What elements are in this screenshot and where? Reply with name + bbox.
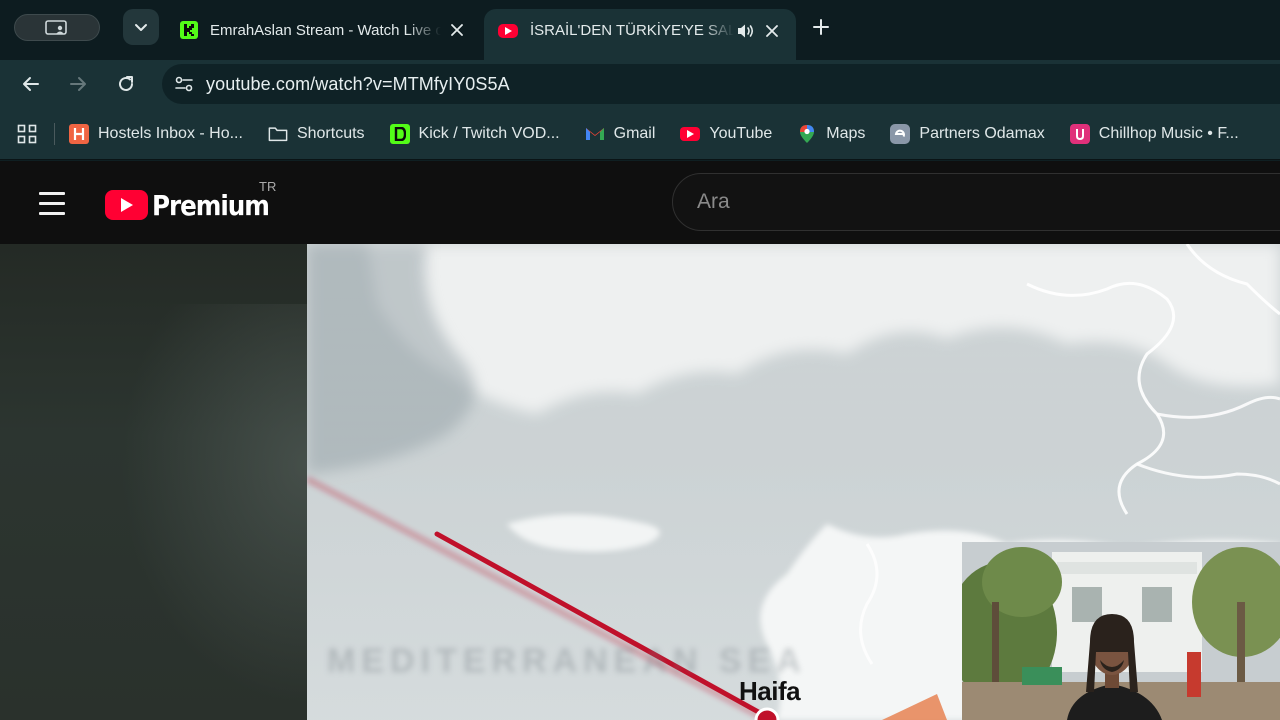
bookmark-label: Kick / Twitch VOD... [418, 124, 560, 142]
close-tab-icon[interactable] [762, 21, 782, 41]
profile-button[interactable] [14, 14, 100, 41]
hostelworld-icon [69, 123, 89, 144]
plus-icon [813, 19, 829, 35]
odamax-icon [890, 123, 911, 144]
bookmark-shortcuts[interactable]: Shortcuts [268, 124, 365, 144]
video-ambient-blur [0, 244, 307, 720]
speaker-icon[interactable] [736, 21, 756, 41]
tab-title: İSRAİL'DEN TÜRKİYE'YE SALDIRI [530, 22, 734, 39]
bookmark-gmail[interactable]: Gmail [585, 124, 656, 144]
search-input[interactable] [672, 173, 1280, 231]
presenter-webcam-inset [962, 542, 1280, 720]
arrow-left-icon [23, 77, 39, 91]
bookmark-label: YouTube [709, 124, 773, 142]
youtube-masthead: Premium TR [0, 161, 1280, 244]
kick-icon [180, 21, 198, 39]
presenter-photo [962, 542, 1280, 720]
bookmark-label: Maps [826, 124, 866, 142]
browser-toolbar: youtube.com/watch?v=MTMfyIY0S5A [0, 60, 1280, 108]
bookmark-label: Shortcuts [296, 124, 365, 142]
logo-text: Premium [152, 188, 270, 222]
url-text[interactable]: youtube.com/watch?v=MTMfyIY0S5A [206, 74, 510, 95]
tab-search-button[interactable] [123, 9, 159, 45]
profile-window-icon [45, 19, 67, 35]
youtube-icon [498, 23, 518, 38]
bookmark-label: Chillhop Music • F... [1098, 124, 1239, 142]
bookmark-divider [54, 122, 55, 145]
tab-youtube-video[interactable]: İSRAİL'DEN TÜRKİYE'YE SALDIRI [484, 9, 796, 61]
bookmark-label: Hostels Inbox - Ho... [98, 124, 243, 142]
bookmark-hostels-inbox[interactable]: Hostels Inbox - Ho... [69, 123, 243, 144]
gmail-icon [585, 124, 605, 144]
sea-label: MEDITERRANEAN SEA [327, 642, 807, 680]
hamburger-menu-icon[interactable] [28, 181, 76, 225]
arrow-right-icon [70, 77, 86, 91]
kick-d-icon [389, 123, 410, 144]
youtube-premium-logo[interactable]: Premium [105, 185, 285, 225]
bookmark-maps[interactable]: Maps [797, 124, 865, 144]
bookmark-chillhop[interactable]: Chillhop Music • F... [1069, 123, 1239, 144]
haifa-marker [754, 707, 780, 720]
site-settings-icon[interactable] [162, 64, 206, 104]
bookmark-label: Partners Odamax [919, 124, 1045, 142]
tab-kick[interactable]: EmrahAslan Stream - Watch Live on Kick [166, 9, 481, 51]
new-tab-button[interactable] [806, 12, 836, 42]
bookmark-youtube[interactable]: YouTube [680, 125, 772, 143]
bookmark-kick-twitch-vod[interactable]: Kick / Twitch VOD... [389, 123, 560, 144]
youtube-play-icon [105, 190, 148, 220]
bookmark-label: Gmail [613, 124, 656, 142]
address-bar[interactable]: youtube.com/watch?v=MTMfyIY0S5A [162, 64, 1280, 104]
tab-strip: EmrahAslan Stream - Watch Live on Kick İ… [0, 0, 1280, 61]
bookmarks-bar: Hostels Inbox - Ho... Shortcuts Kick / T… [0, 108, 1280, 160]
bookmark-partners-odamax[interactable]: Partners Odamax [890, 123, 1045, 144]
close-tab-icon[interactable] [447, 20, 467, 40]
haifa-map-label: Haifa [739, 676, 801, 706]
chevron-down-icon [135, 24, 147, 31]
back-button[interactable] [15, 68, 47, 100]
forward-button[interactable] [62, 68, 94, 100]
folder-icon [268, 124, 288, 144]
country-code: TR [259, 179, 277, 194]
reload-icon [119, 76, 133, 91]
youtube-icon [680, 126, 701, 141]
reload-button[interactable] [110, 68, 142, 100]
tab-title: EmrahAslan Stream - Watch Live on Kick [210, 21, 441, 39]
apps-grid-icon[interactable] [0, 114, 54, 154]
video-player[interactable]: MEDITERRANEAN SEA Haifa [0, 244, 1280, 720]
chillhop-icon [1069, 123, 1090, 144]
maps-pin-icon [797, 124, 817, 144]
